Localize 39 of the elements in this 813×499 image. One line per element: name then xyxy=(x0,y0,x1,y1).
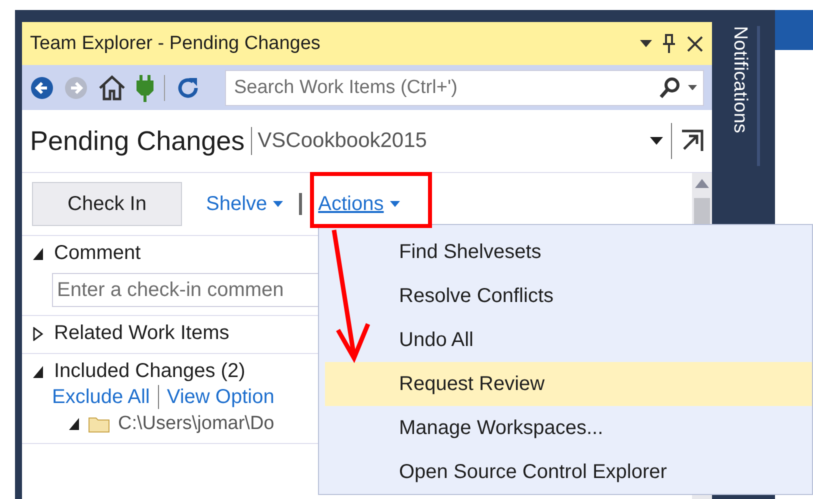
dropdown-icon xyxy=(688,84,697,90)
scroll-up-icon[interactable] xyxy=(695,179,709,188)
menu-item[interactable]: Find Shelvesets xyxy=(325,231,812,275)
editor-title-bar xyxy=(775,10,813,50)
link[interactable]: Exclude All xyxy=(52,386,150,408)
side-tab[interactable]: Notifications xyxy=(722,26,760,166)
dropdown-icon xyxy=(650,137,663,145)
check-in-button[interactable]: Check In xyxy=(32,182,182,226)
plug-icon[interactable] xyxy=(136,74,154,102)
collapsed-arrow-icon[interactable] xyxy=(32,326,44,340)
menu-item[interactable]: Manage Workspaces... xyxy=(325,406,812,450)
window-title: Team Explorer - Pending Changes xyxy=(30,32,322,54)
menu-item[interactable]: Resolve Conflicts xyxy=(325,274,812,319)
expanded-arrow-icon[interactable] xyxy=(32,246,44,260)
project-name[interactable]: VSCookbook2015 xyxy=(258,129,650,153)
expanded-arrow-icon[interactable] xyxy=(32,364,44,378)
caret-icon xyxy=(273,201,284,207)
close-icon[interactable] xyxy=(686,34,704,52)
menu-item[interactable]: Open Source Control Explorer xyxy=(325,450,812,494)
page-title: Pending Changes xyxy=(30,126,245,156)
dropdown-icon xyxy=(640,40,652,48)
tree-item-label[interactable]: C:\Users\jomar\Do xyxy=(118,413,274,435)
dropdown-link[interactable]: Shelve xyxy=(206,192,284,216)
search-icon[interactable] xyxy=(658,76,682,100)
undock-arrow-icon[interactable] xyxy=(680,129,704,153)
section-title[interactable]: Comment xyxy=(54,242,141,265)
dropdown-link[interactable]: Actions xyxy=(318,192,400,216)
section-title[interactable]: Related Work Items xyxy=(54,322,230,345)
back-icon[interactable] xyxy=(30,76,54,100)
home-icon[interactable] xyxy=(98,74,126,100)
caret-icon xyxy=(390,201,400,207)
folder-icon xyxy=(88,415,110,433)
search-field[interactable]: Search Work Items (Ctrl+') xyxy=(225,70,704,106)
menu-item[interactable]: Request Review xyxy=(325,362,812,406)
section-title[interactable]: Included Changes (2) xyxy=(54,360,246,383)
pin-icon[interactable] xyxy=(662,34,676,54)
expanded-arrow-icon[interactable] xyxy=(68,417,80,431)
menu-item[interactable]: Undo All xyxy=(325,318,812,362)
link[interactable]: View Option xyxy=(166,386,274,408)
